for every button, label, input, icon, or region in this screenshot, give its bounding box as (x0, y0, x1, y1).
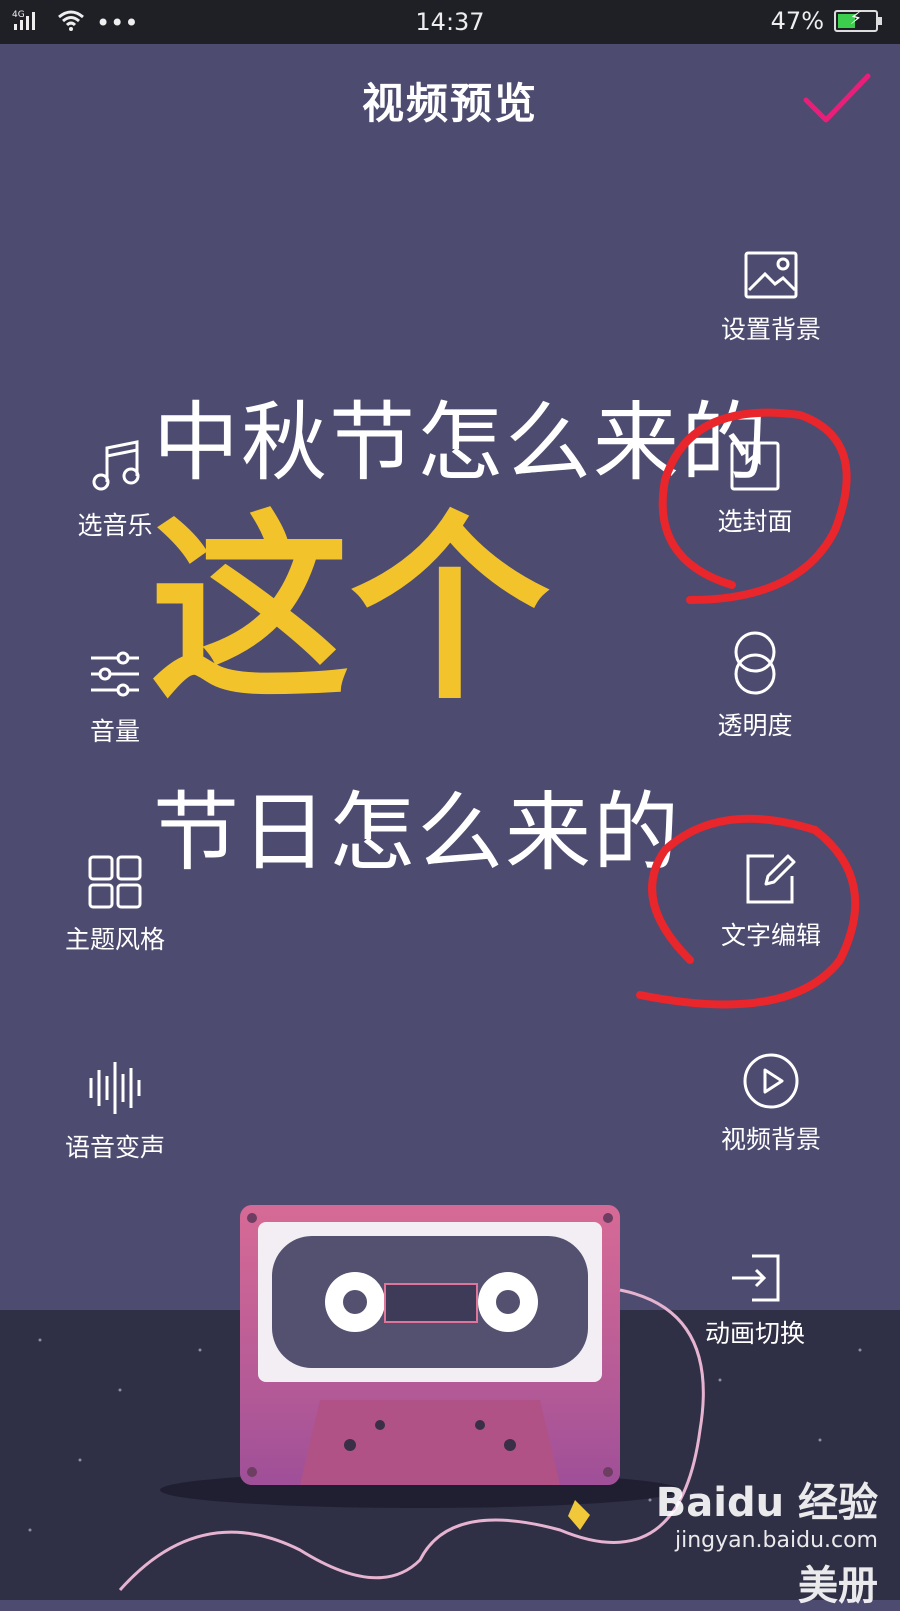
enter-icon (732, 1254, 780, 1302)
tool-video-background[interactable]: 视频背景 (696, 1052, 846, 1156)
status-bar: 4G ••• 14:37 47% ⚡ (0, 0, 900, 44)
play-circle-icon (743, 1053, 799, 1109)
watermark: Baidu 经验 jingyan.baidu.com 美册 (656, 1470, 878, 1611)
tool-label: 文字编辑 (720, 921, 821, 950)
overlap-circles-icon (734, 631, 776, 695)
tool-label: 音量 (89, 717, 140, 746)
tool-voice-change[interactable]: 语音变声 (40, 1058, 190, 1164)
tool-label: 动画切换 (704, 1319, 805, 1348)
tool-label: 设置背景 (720, 315, 821, 344)
tool-volume[interactable]: 音量 (40, 646, 190, 748)
check-icon (803, 73, 871, 123)
watermark-url: jingyan.baidu.com (674, 1528, 878, 1553)
tool-set-background[interactable]: 设置背景 (696, 250, 846, 346)
watermark-brand: Baidu 经验 (655, 1480, 878, 1526)
tool-opacity[interactable]: 透明度 (680, 630, 830, 742)
tool-label: 视频背景 (720, 1125, 821, 1154)
battery-icon: ⚡ (834, 8, 882, 32)
sliders-icon (91, 651, 139, 697)
bookmark-icon (730, 441, 780, 491)
image-icon (744, 251, 798, 299)
battery-percent: 47% (770, 7, 824, 35)
watermark-extra: 美册 (798, 1563, 878, 1609)
preview-highlight-text: 这个 (150, 492, 551, 727)
clock: 14:37 (415, 8, 485, 36)
music-note-icon (92, 440, 140, 491)
tool-text-edit[interactable]: 文字编辑 (696, 852, 846, 952)
confirm-button[interactable] (802, 70, 872, 130)
tool-label: 主题风格 (64, 925, 165, 954)
tool-label: 选音乐 (77, 511, 153, 540)
tool-select-music[interactable]: 选音乐 (40, 436, 190, 542)
tool-select-cover[interactable]: 选封面 (680, 440, 830, 538)
edit-icon (746, 854, 796, 904)
preview-subtitle-line: 节日怎么来的 (153, 783, 681, 883)
page-title: 视频预览 (361, 79, 538, 128)
voice-wave-icon (89, 1062, 141, 1114)
tool-label: 语音变声 (64, 1133, 165, 1162)
grid-icon (88, 855, 142, 909)
tool-animation-switch[interactable]: 动画切换 (680, 1252, 830, 1350)
tool-theme-style[interactable]: 主题风格 (40, 854, 190, 956)
tool-label: 透明度 (717, 711, 793, 740)
preview-title-line: 中秋节怎么来的 (153, 393, 769, 493)
tool-label: 选封面 (717, 507, 793, 536)
